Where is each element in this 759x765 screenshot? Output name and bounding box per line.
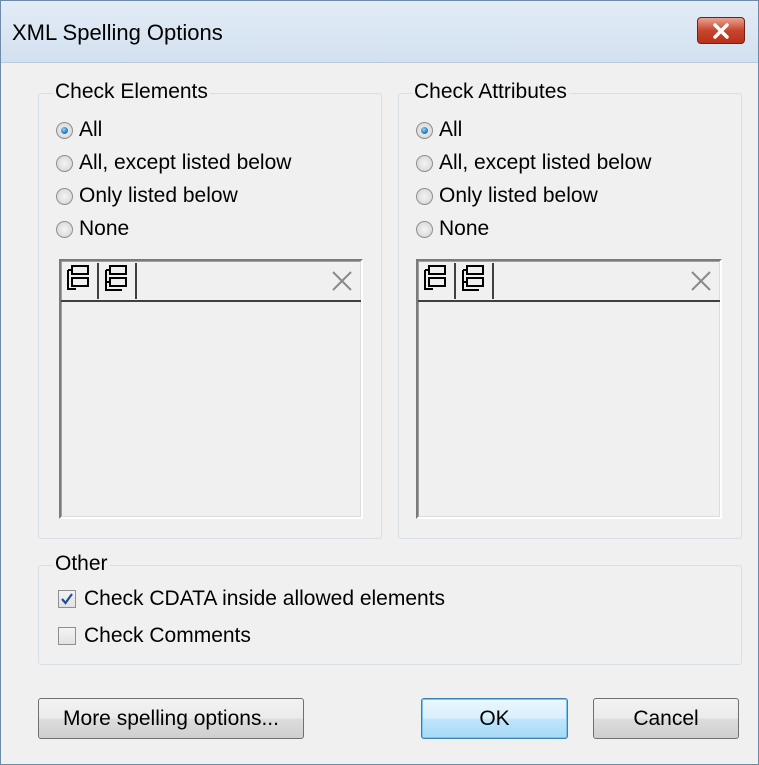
- dialog-title: XML Spelling Options: [12, 20, 223, 45]
- check-cdata-checkbox[interactable]: [58, 590, 76, 608]
- check-elements-label: Check Elements: [53, 80, 210, 103]
- radio-label: None: [79, 217, 130, 240]
- append-row-icon: [104, 263, 132, 299]
- attributes-list-toolbar: [418, 261, 720, 302]
- radio-button[interactable]: [416, 154, 433, 172]
- elements-radio-all-except[interactable]: All, except listed below: [56, 150, 291, 176]
- more-spelling-options-button[interactable]: More spelling options...: [38, 698, 304, 739]
- check-comments-row[interactable]: Check Comments: [58, 623, 251, 649]
- other-group: [38, 565, 742, 665]
- ok-button[interactable]: OK: [421, 698, 568, 739]
- insert-row-icon: [423, 263, 451, 299]
- radio-label: All: [439, 118, 463, 141]
- radio-label: All, except listed below: [79, 151, 292, 174]
- radio-label: Only listed below: [79, 184, 238, 207]
- radio-button[interactable]: [56, 154, 73, 172]
- checkmark-icon: [61, 593, 73, 605]
- attributes-list[interactable]: [416, 259, 722, 519]
- elements-radio-none[interactable]: None: [56, 216, 129, 242]
- elements-radio-all[interactable]: All: [56, 117, 102, 143]
- attributes-radio-none[interactable]: None: [416, 216, 489, 242]
- elements-list[interactable]: [59, 259, 363, 519]
- attributes-radio-only-listed[interactable]: Only listed below: [416, 183, 598, 209]
- check-comments-label: Check Comments: [84, 624, 251, 647]
- radio-button[interactable]: [416, 187, 433, 205]
- append-row-button[interactable]: [101, 263, 137, 299]
- elements-list-toolbar: [61, 261, 361, 302]
- title-bar: XML Spelling Options: [1, 1, 758, 63]
- radio-button[interactable]: [416, 220, 433, 238]
- check-cdata-row[interactable]: Check CDATA inside allowed elements: [58, 586, 445, 612]
- delete-row-button[interactable]: [688, 268, 714, 294]
- attributes-radio-all[interactable]: All: [416, 117, 462, 143]
- radio-label: All: [79, 118, 103, 141]
- delete-icon: [688, 271, 714, 299]
- insert-row-button[interactable]: [420, 263, 456, 299]
- radio-label: None: [439, 217, 490, 240]
- elements-radio-only-listed[interactable]: Only listed below: [56, 183, 238, 209]
- insert-row-button[interactable]: [63, 263, 99, 299]
- dialog-window: XML Spelling Options Check Elements All …: [0, 0, 759, 765]
- delete-icon: [329, 271, 355, 299]
- delete-row-button[interactable]: [329, 268, 355, 294]
- close-icon: [712, 22, 730, 39]
- other-label: Other: [53, 552, 110, 575]
- radio-button[interactable]: [56, 121, 73, 139]
- attributes-radio-all-except[interactable]: All, except listed below: [416, 150, 651, 176]
- radio-button[interactable]: [56, 220, 73, 238]
- append-row-icon: [461, 263, 489, 299]
- check-comments-checkbox[interactable]: [58, 627, 76, 645]
- radio-button[interactable]: [416, 121, 433, 139]
- append-row-button[interactable]: [458, 263, 494, 299]
- close-button[interactable]: [697, 17, 745, 44]
- radio-label: All, except listed below: [439, 151, 652, 174]
- radio-button[interactable]: [56, 187, 73, 205]
- check-attributes-label: Check Attributes: [412, 80, 569, 103]
- radio-label: Only listed below: [439, 184, 598, 207]
- cancel-button[interactable]: Cancel: [593, 698, 739, 739]
- insert-row-icon: [66, 263, 94, 299]
- check-cdata-label: Check CDATA inside allowed elements: [84, 587, 446, 610]
